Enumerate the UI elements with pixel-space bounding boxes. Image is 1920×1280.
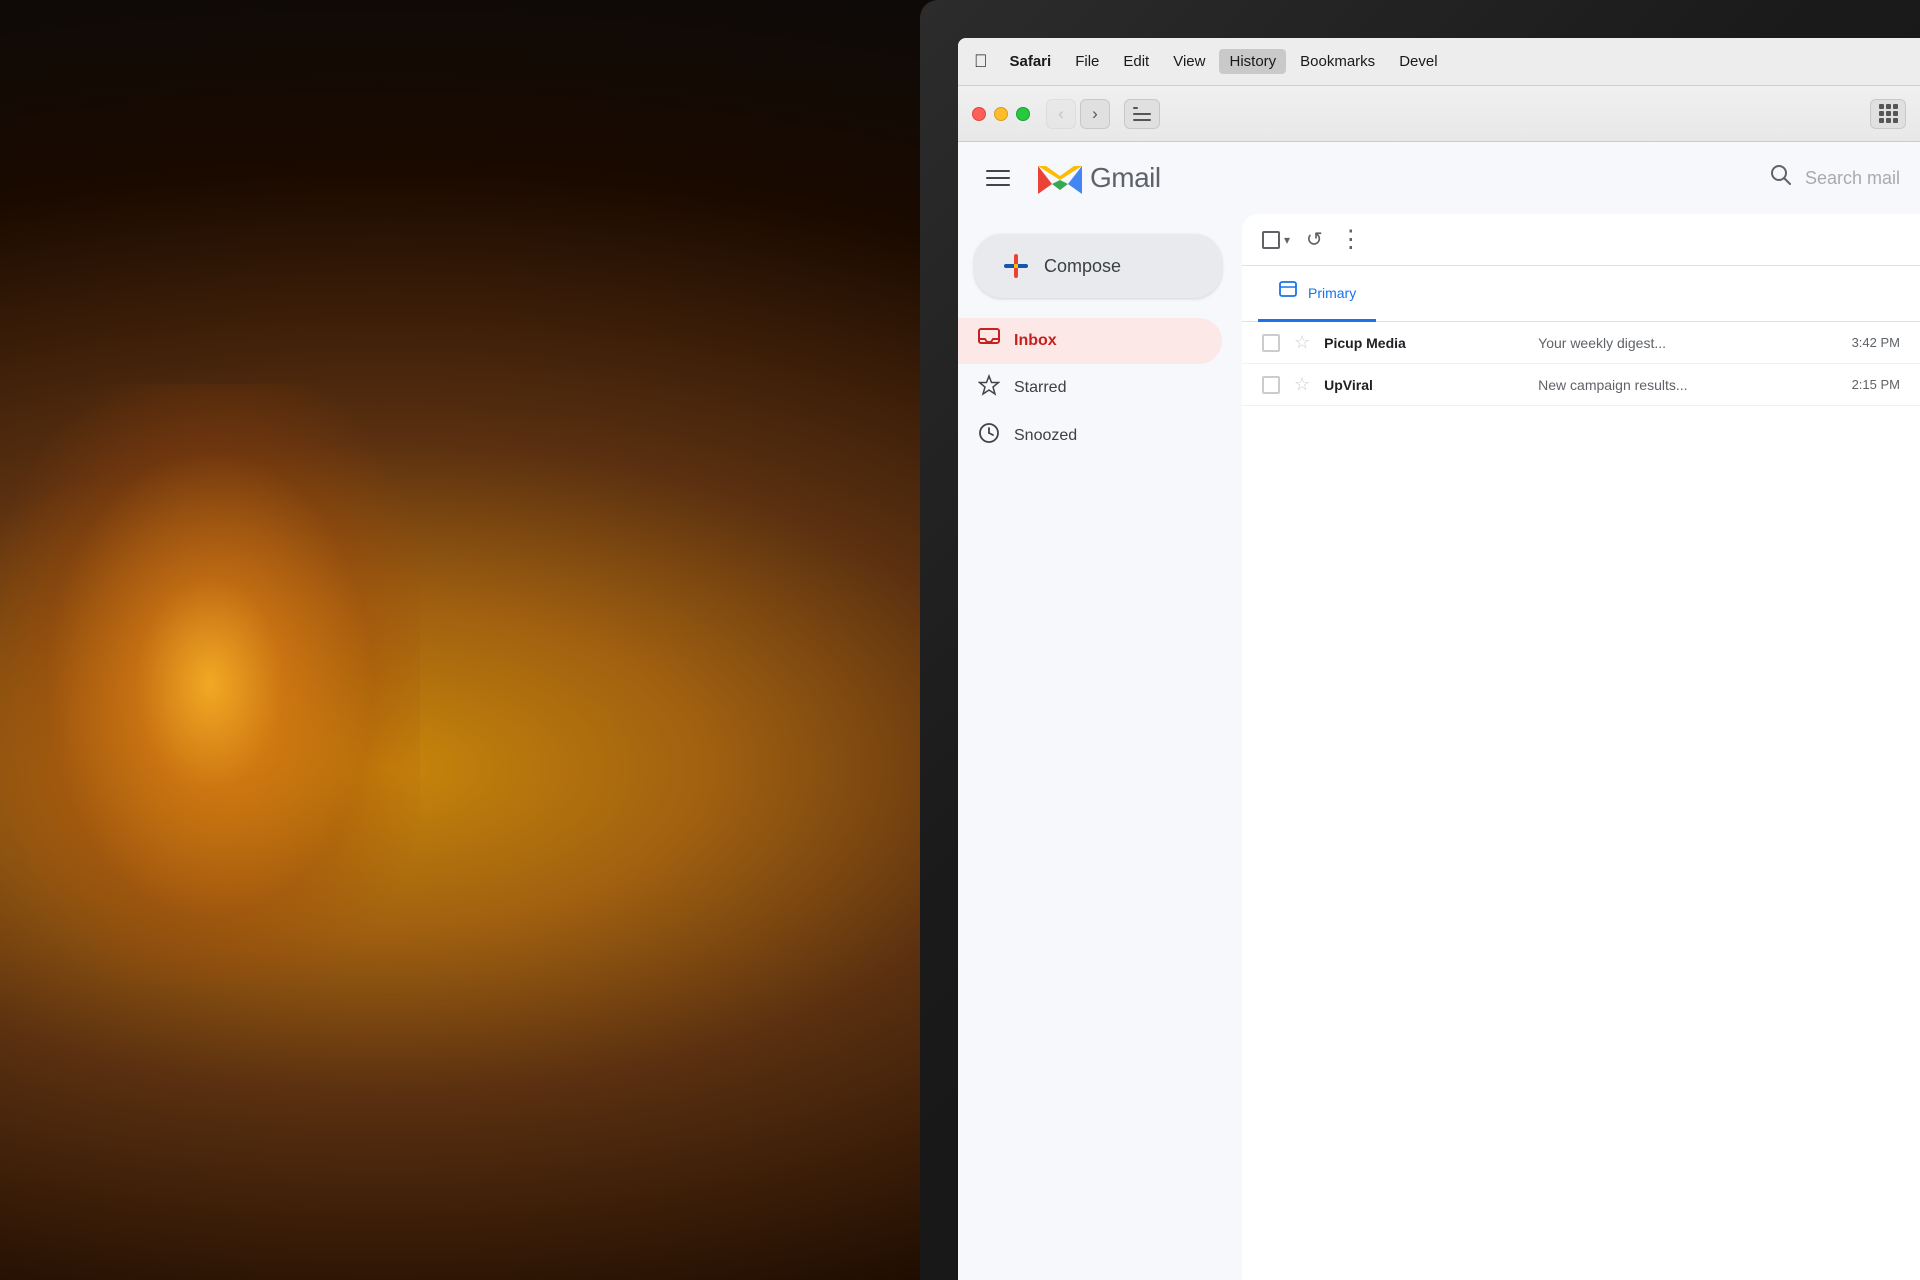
gmail-toolbar: ▾ ↻ ⋮: [1242, 214, 1920, 266]
email-star-icon[interactable]: ☆: [1294, 374, 1310, 395]
menubar-devel[interactable]: Devel: [1389, 49, 1447, 74]
gmail-sidebar: Compose Inbox: [958, 214, 1238, 1280]
fullscreen-button[interactable]: [1016, 107, 1030, 121]
hamburger-line-3: [986, 184, 1010, 186]
clock-icon: [978, 422, 1000, 450]
compose-button[interactable]: Compose: [974, 234, 1222, 298]
extensions-button[interactable]: [1870, 99, 1906, 129]
menubar-view[interactable]: View: [1163, 49, 1215, 74]
background-glow: [0, 384, 420, 984]
sidebar-starred-label: Starred: [1014, 379, 1066, 397]
hamburger-line-1: [986, 170, 1010, 172]
forward-button[interactable]: ›: [1080, 99, 1110, 129]
mac-frame:  Safari File Edit View History Bookmark…: [920, 0, 1920, 1280]
gmail-title: Gmail: [1090, 162, 1161, 194]
gmail-header: Gmail Search mail: [958, 142, 1920, 214]
close-button[interactable]: [972, 107, 986, 121]
email-checkbox[interactable]: [1262, 334, 1280, 352]
refresh-button[interactable]: ↻: [1306, 227, 1323, 252]
back-button[interactable]: ‹: [1046, 99, 1076, 129]
hamburger-line-2: [986, 177, 1010, 179]
screen:  Safari File Edit View History Bookmark…: [958, 38, 1920, 1280]
select-all-checkbox[interactable]: [1262, 231, 1280, 249]
sidebar-toggle-icon: [1133, 107, 1151, 121]
search-icon: [1769, 163, 1793, 193]
compose-plus-icon: [1002, 252, 1030, 280]
grid-icon: [1879, 104, 1898, 123]
select-checkbox-area: ▾: [1262, 231, 1290, 249]
email-list: ☆ Picup Media Your weekly digest... 3:42…: [1242, 322, 1920, 406]
inbox-icon: [978, 328, 1000, 354]
gmail-app: Gmail Search mail: [958, 142, 1920, 1280]
menubar:  Safari File Edit View History Bookmark…: [958, 38, 1920, 86]
sidebar-snoozed-label: Snoozed: [1014, 427, 1077, 445]
primary-tab-icon: [1278, 280, 1298, 305]
menubar-file[interactable]: File: [1065, 49, 1109, 74]
sidebar-item-snoozed[interactable]: Snoozed: [958, 412, 1222, 460]
browser-toolbar: ‹ ›: [958, 86, 1920, 142]
sidebar-item-inbox[interactable]: Inbox: [958, 318, 1222, 364]
email-time: 2:15 PM: [1852, 377, 1900, 392]
gmail-body: Compose Inbox: [958, 214, 1920, 1280]
menubar-bookmarks[interactable]: Bookmarks: [1290, 49, 1385, 74]
tab-primary-label: Primary: [1308, 285, 1356, 301]
sidebar-toggle-button[interactable]: [1124, 99, 1160, 129]
chevron-down-icon[interactable]: ▾: [1284, 233, 1290, 247]
traffic-lights: [972, 107, 1030, 121]
email-preview: New campaign results...: [1538, 377, 1837, 393]
email-sender: UpViral: [1324, 377, 1524, 393]
email-checkbox[interactable]: [1262, 376, 1280, 394]
compose-label: Compose: [1044, 256, 1121, 277]
sidebar-item-starred[interactable]: Starred: [958, 364, 1222, 412]
email-preview: Your weekly digest...: [1538, 335, 1837, 351]
hamburger-menu-button[interactable]: [978, 158, 1018, 198]
menubar-edit[interactable]: Edit: [1113, 49, 1159, 74]
email-star-icon[interactable]: ☆: [1294, 332, 1310, 353]
email-sender: Picup Media: [1324, 335, 1524, 351]
search-area: Search mail: [1769, 163, 1900, 193]
gmail-m-icon: [1034, 158, 1086, 198]
menubar-history[interactable]: History: [1219, 49, 1286, 74]
star-icon: [978, 374, 1000, 402]
nav-buttons: ‹ ›: [1046, 99, 1110, 129]
gmail-content: ▾ ↻ ⋮: [1242, 214, 1920, 1280]
gmail-tabs: Primary: [1242, 266, 1920, 322]
email-time: 3:42 PM: [1852, 335, 1900, 350]
sidebar-inbox-label: Inbox: [1014, 332, 1057, 350]
email-row[interactable]: ☆ Picup Media Your weekly digest... 3:42…: [1242, 322, 1920, 364]
gmail-logo: Gmail: [1034, 158, 1161, 198]
forward-icon: ›: [1092, 104, 1098, 124]
apple-menu[interactable]: : [974, 51, 988, 72]
search-placeholder[interactable]: Search mail: [1805, 168, 1900, 189]
email-row[interactable]: ☆ UpViral New campaign results... 2:15 P…: [1242, 364, 1920, 406]
menubar-safari[interactable]: Safari: [1000, 49, 1062, 74]
tab-primary[interactable]: Primary: [1258, 266, 1376, 322]
more-options-button[interactable]: ⋮: [1339, 225, 1364, 254]
minimize-button[interactable]: [994, 107, 1008, 121]
back-icon: ‹: [1058, 104, 1064, 124]
